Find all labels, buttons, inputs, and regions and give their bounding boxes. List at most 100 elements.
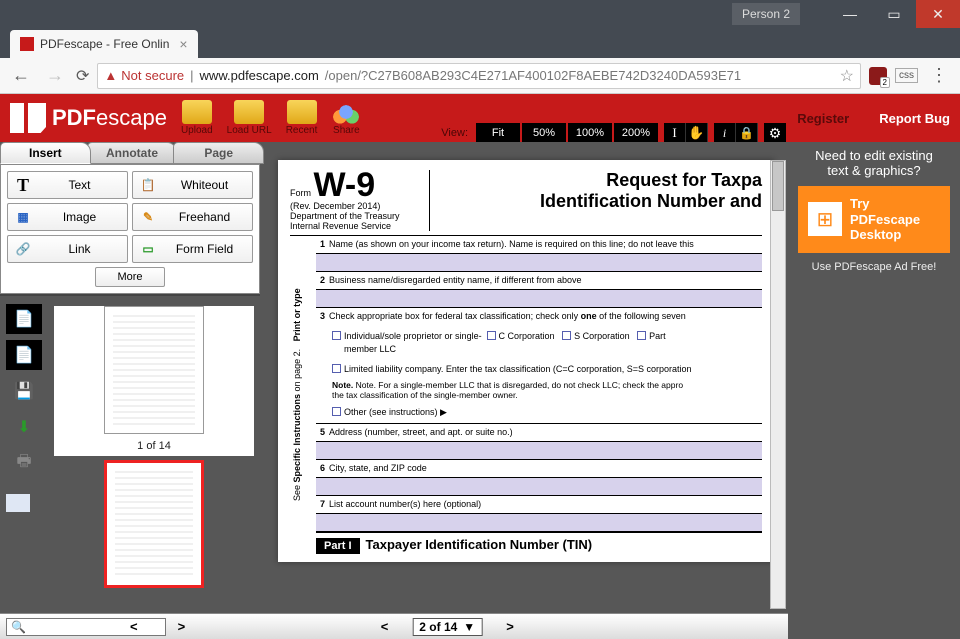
thumb-page-2[interactable] — [104, 460, 204, 588]
settings-gear-button[interactable]: ⚙ — [764, 123, 786, 143]
thumb-page-1-label: 1 of 14 — [54, 438, 254, 454]
right-ad-panel: Need to edit existingtext & graphics? ⊞ … — [788, 142, 960, 639]
side-save-icon[interactable]: 💾 — [6, 376, 42, 406]
window-close-button[interactable]: ✕ — [916, 0, 960, 28]
w9-row-6-fill[interactable] — [316, 478, 762, 496]
freehand-icon: ✎ — [139, 208, 157, 226]
chk-scorp[interactable] — [562, 331, 571, 340]
w9-title-1: Request for Taxpa — [440, 170, 762, 191]
zoom-fit-button[interactable]: Fit — [476, 123, 520, 143]
w9-row-2-fill[interactable] — [316, 290, 762, 308]
w9-form-word: Form — [290, 188, 311, 198]
side-print-icon[interactable]: 🖶 — [6, 448, 42, 478]
page-next-button[interactable]: > — [506, 619, 514, 634]
back-button[interactable]: ← — [8, 65, 34, 86]
tool-image[interactable]: ▦Image — [7, 203, 128, 231]
thumbnails-area: 📄 📄 💾 ⬇ 🖶 1 of 14 — [0, 294, 260, 639]
recent-button[interactable]: Recent — [286, 100, 318, 136]
w9-row-2: 2Business name/disregarded entity name, … — [316, 272, 762, 290]
info-button[interactable]: i — [714, 123, 736, 143]
tool-text[interactable]: TText — [7, 171, 128, 199]
thumbnail-list[interactable]: 1 of 14 — [48, 296, 260, 639]
tool-tabs: Insert Annotate Page — [0, 142, 260, 164]
reload-button[interactable]: ⟳ — [76, 66, 89, 86]
tab-title: PDFescape - Free Onlin — [40, 37, 169, 51]
w9-note: Note. Note. For a single-member LLC that… — [316, 378, 762, 402]
window-titlebar: Person 2 — ▭ ✕ — [0, 0, 960, 28]
w9-part-label: Part I — [316, 538, 360, 554]
tool-link[interactable]: 🔗Link — [7, 235, 128, 263]
ad-free-link[interactable]: Use PDFescape Ad Free! — [794, 261, 954, 273]
side-doc-red-icon[interactable]: 📄 — [6, 340, 42, 370]
ad-headline: Need to edit existingtext & graphics? — [794, 148, 954, 178]
side-download-icon[interactable]: ⬇ — [6, 412, 42, 442]
page-select[interactable]: 2 of 14▼ — [412, 618, 482, 636]
chk-ccorp[interactable] — [487, 331, 496, 340]
w9-irs: Internal Revenue Service — [290, 221, 391, 231]
insert-tools: TText 📋Whiteout ▦Image ✎Freehand 🔗Link ▭… — [0, 164, 260, 294]
w9-row-1: 1Name (as shown on your income tax retur… — [316, 236, 762, 254]
more-tools-button[interactable]: More — [95, 267, 165, 287]
w9-row-7-fill[interactable] — [316, 514, 762, 532]
chk-other[interactable] — [332, 407, 341, 416]
tab-insert[interactable]: Insert — [0, 142, 91, 164]
upload-icon — [182, 100, 212, 124]
w9-row-1-fill[interactable] — [316, 254, 762, 272]
w9-row-6: 6City, state, and ZIP code — [316, 460, 762, 478]
hand-cursor-button[interactable]: ✋ — [686, 123, 708, 143]
profile-badge[interactable]: Person 2 — [732, 3, 800, 25]
address-bar[interactable]: ▲ Not secure | www.pdfescape.com/open/?C… — [97, 63, 861, 89]
w9-row-5: 5Address (number, street, and apt. or su… — [316, 424, 762, 442]
tab-close-button[interactable]: × — [179, 36, 187, 52]
bookmark-star-icon[interactable]: ☆ — [840, 66, 854, 86]
css-extension-icon[interactable]: css — [895, 68, 918, 83]
tab-page[interactable]: Page — [173, 142, 264, 164]
browser-tab[interactable]: PDFescape - Free Onlin × — [10, 30, 198, 58]
tool-whiteout[interactable]: 📋Whiteout — [132, 171, 253, 199]
recent-icon — [287, 100, 317, 124]
zoom-100-button[interactable]: 100% — [568, 123, 612, 143]
register-link[interactable]: Register — [797, 111, 849, 126]
tool-formfield[interactable]: ▭Form Field — [132, 235, 253, 263]
tool-freehand[interactable]: ✎Freehand — [132, 203, 253, 231]
w9-row-5-fill[interactable] — [316, 442, 762, 460]
ublock-extension-icon[interactable] — [869, 67, 887, 85]
w9-row-7: 7List account number(s) here (optional) — [316, 496, 762, 514]
side-doc-white-icon[interactable]: 📄 — [6, 304, 42, 334]
dropdown-icon: ▼ — [463, 620, 475, 634]
w9-checks-2: Limited liability company. Enter the tax… — [316, 359, 762, 379]
tab-annotate[interactable]: Annotate — [87, 142, 178, 164]
url-host: www.pdfescape.com — [200, 68, 319, 83]
desktop-cta-button[interactable]: ⊞ Try PDFescape Desktop — [798, 186, 950, 253]
favicon-icon — [20, 37, 34, 51]
zoom-50-button[interactable]: 50% — [522, 123, 566, 143]
chk-individual[interactable] — [332, 331, 341, 340]
security-indicator[interactable]: ▲ Not secure — [104, 68, 184, 83]
forward-button[interactable]: → — [42, 65, 68, 86]
text-cursor-button[interactable]: I — [664, 123, 686, 143]
share-button[interactable]: Share — [331, 100, 361, 136]
page-prev-button[interactable]: < — [381, 619, 389, 634]
vertical-scrollbar[interactable] — [770, 160, 786, 609]
thumb-page-1[interactable] — [104, 306, 204, 434]
thumb-nav: < > — [130, 619, 185, 634]
w9-title-2: Identification Number and — [440, 191, 762, 212]
thumb-next-button[interactable]: > — [178, 619, 186, 634]
side-blank-icon[interactable] — [6, 494, 30, 512]
zoom-200-button[interactable]: 200% — [614, 123, 658, 143]
report-bug-link[interactable]: Report Bug — [879, 111, 950, 126]
upload-button[interactable]: Upload — [181, 100, 213, 136]
thumb-prev-button[interactable]: < — [130, 619, 138, 634]
lock-button[interactable]: 🔒 — [736, 123, 758, 143]
chk-partner[interactable] — [637, 331, 646, 340]
browser-menu-button[interactable]: ⋮ — [926, 65, 952, 86]
vertical-scroll-thumb[interactable] — [772, 161, 784, 211]
window-minimize-button[interactable]: — — [828, 0, 872, 28]
thumb-page-1-wrap: 1 of 14 — [54, 306, 254, 456]
window-maximize-button[interactable]: ▭ — [872, 0, 916, 28]
document-scroll-area[interactable]: Form W-9 (Rev. December 2014) Department… — [260, 142, 788, 617]
pdf-page[interactable]: Form W-9 (Rev. December 2014) Department… — [278, 160, 774, 562]
load-url-button[interactable]: Load URL — [227, 100, 272, 136]
pdfescape-logo[interactable]: PDFescape — [10, 103, 167, 133]
chk-llc[interactable] — [332, 364, 341, 373]
